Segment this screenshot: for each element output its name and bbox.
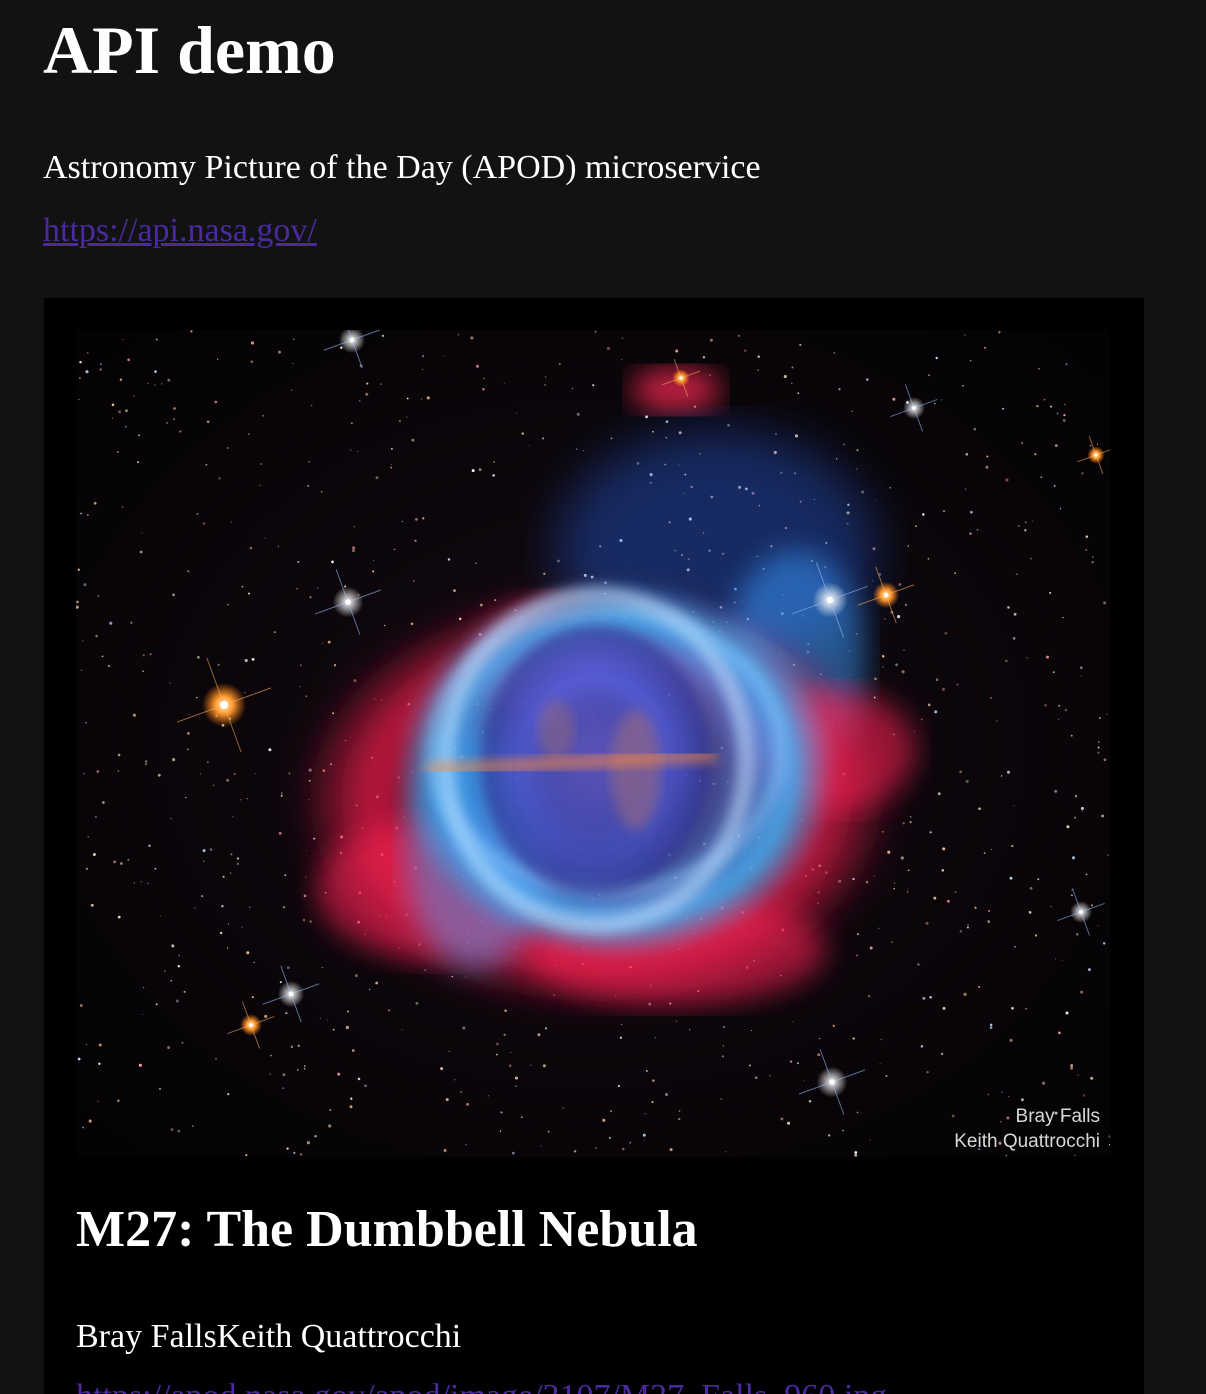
apod-hd-link[interactable]: https://apod.nasa.gov/apod/image/2107/M2… xyxy=(76,1376,887,1394)
image-credit-line2: Keith Quattrocchi xyxy=(954,1131,1100,1152)
apod-copyright: Bray FallsKeith Quattrocchi xyxy=(76,1318,462,1355)
page: API demo Astronomy Picture of the Day (A… xyxy=(0,0,1206,1394)
image-credit-line1: Bray Falls xyxy=(1016,1106,1100,1127)
page-title: API demo xyxy=(43,12,336,88)
apod-card: Bray Falls Keith Quattrocchi M27: The Du… xyxy=(44,298,1144,1394)
page-subtitle: Astronomy Picture of the Day (APOD) micr… xyxy=(43,149,761,186)
apod-title: M27: The Dumbbell Nebula xyxy=(76,1201,698,1258)
apod-image: Bray Falls Keith Quattrocchi xyxy=(76,330,1110,1157)
api-link[interactable]: https://api.nasa.gov/ xyxy=(43,210,317,252)
